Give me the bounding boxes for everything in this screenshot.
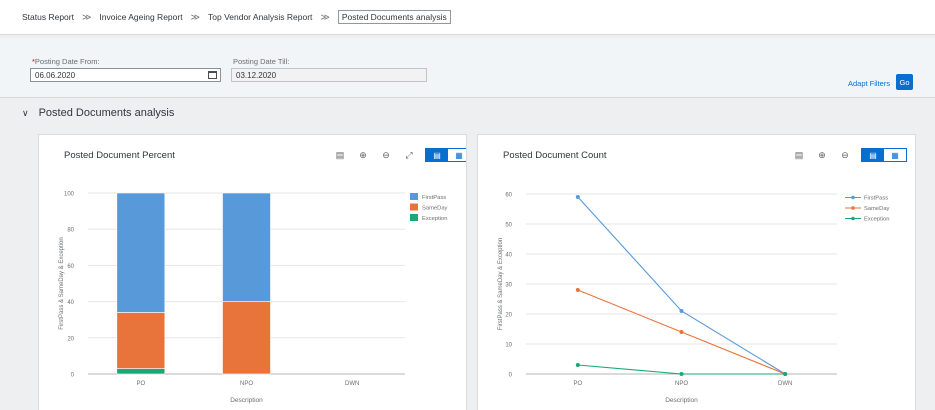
chart-toolbar: ▤ ⊕ ⊖ ⤢ ▤ ▦ [333,148,466,162]
y-tick-label: 40 [67,300,74,306]
panel-title: Posted Document Count [503,150,607,161]
table-view-icon[interactable]: ▦ [448,149,466,161]
x-tick-label: NPO [240,381,253,387]
legend-toggle-icon[interactable]: ▤ [792,148,806,162]
y-tick-label: 60 [505,193,512,199]
legend-swatch-exception [410,214,418,221]
point-exception-po [575,363,580,367]
x-tick-label: PO [573,381,582,387]
legend-swatch-sameday [410,203,418,211]
section-title: Posted Documents analysis [38,107,175,119]
legend-marker-exception [851,216,855,221]
go-button[interactable]: Go [896,74,913,90]
y-tick-label: 10 [505,343,512,349]
posting-date-till-input[interactable]: 03.12.2020 [231,68,427,82]
y-tick-label: 0 [71,373,75,379]
zoom-in-icon[interactable]: ⊕ [356,148,370,162]
posting-date-till-value: 03.12.2020 [236,71,277,80]
breadcrumb: Status Report ≫ Invoice Ageing Report ≫ … [0,0,935,35]
legend-marker-sameday [851,206,855,210]
x-tick-label: NPO [675,381,688,387]
x-axis-title: Description [665,397,698,404]
legend-label: SameDay [422,206,448,212]
posting-date-from-value: 06.06.2020 [35,71,76,80]
adapt-filters-button[interactable]: Adapt Filters [848,79,890,88]
bar-exception-po [116,368,166,375]
y-tick-label: 20 [67,336,74,342]
posting-date-from-input[interactable]: 06.06.2020 [30,68,221,82]
y-tick-label: 100 [64,192,75,198]
panel-title: Posted Document Percent [64,150,175,161]
breadcrumb-posted-documents-analysis[interactable]: Posted Documents analysis [337,10,451,24]
point-exception-dwn [783,372,788,376]
point-sameday-po [575,288,580,292]
chart-toolbar: ▤ ⊕ ⊖ ▤ ▦ [792,148,907,162]
chart-view-icon[interactable]: ▤ [862,149,884,161]
bar-firstpass-npo [222,192,271,302]
breadcrumb-separator-icon: ≫ [190,11,200,22]
posting-date-from-label: *Posting Date From: [32,57,100,66]
point-sameday-npo [679,330,684,334]
legend-label: Exception [864,217,889,223]
y-axis-title: FirstPass & SameDay & Exception [59,237,65,329]
view-switch: ▤ ▦ [425,148,466,162]
x-tick-label: PO [136,381,145,387]
view-switch: ▤ ▦ [861,148,907,162]
breadcrumb-status-report[interactable]: Status Report [22,12,74,22]
point-firstpass-po [575,195,580,199]
posted-document-count-panel: Posted Document Count ▤ ⊕ ⊖ ▤ ▦ 0 10 20 30 4… [477,134,916,410]
y-axis-title: FirstPass & SameDay & Exception [498,238,504,330]
bar-sameday-npo [222,301,271,375]
zoom-out-icon[interactable]: ⊖ [838,148,852,162]
legend-toggle-icon[interactable]: ▤ [333,148,347,162]
legend-label: FirstPass [864,196,888,202]
posting-date-till-label: Posting Date Till: [233,57,290,66]
y-tick-label: 0 [509,373,513,379]
y-tick-label: 40 [505,253,512,259]
bar-firstpass-po [116,192,166,313]
calendar-icon[interactable] [208,71,217,79]
y-tick-label: 80 [67,228,74,234]
legend-label: Exception [422,216,447,222]
count-line-chart: 0 10 20 30 40 50 60 PO NPO DWN Description FirstPas… [498,193,890,405]
section-header[interactable]: ∨ Posted Documents analysis [0,99,935,127]
breadcrumb-separator-icon: ≫ [81,11,92,22]
legend-swatch-firstpass [410,193,418,200]
breadcrumb-invoice-ageing-report[interactable]: Invoice Ageing Report [99,12,182,22]
chart-view-icon[interactable]: ▤ [426,149,448,161]
table-view-icon[interactable]: ▦ [884,149,906,161]
point-exception-npo [679,372,684,376]
y-tick-label: 20 [505,313,512,319]
y-tick-label: 50 [505,223,512,229]
breadcrumb-top-vendor-analysis-report[interactable]: Top Vendor Analysis Report [208,12,312,22]
chevron-down-icon[interactable]: ∨ [22,108,29,119]
x-tick-label: DWN [345,381,359,387]
posted-document-percent-panel: Posted Document Percent ▤ ⊕ ⊖ ⤢ ▤ ▦ 0 20 4… [38,134,467,410]
y-tick-label: 30 [505,283,512,289]
percent-stacked-bar-chart: 0 20 40 60 80 100 PO NPO DWN Description FirstPass… [59,192,448,405]
legend-marker-firstpass [851,195,855,200]
bar-sameday-po [116,312,166,369]
legend-label: SameDay [864,206,890,212]
zoom-out-icon[interactable]: ⊖ [379,148,393,162]
x-tick-label: DWN [778,381,792,387]
x-axis-title: Description [230,397,263,404]
breadcrumb-separator-icon: ≫ [320,11,330,22]
point-firstpass-npo [679,309,684,313]
zoom-in-icon[interactable]: ⊕ [815,148,829,162]
fullscreen-icon[interactable]: ⤢ [402,148,416,162]
y-tick-label: 60 [67,264,74,270]
legend-label: FirstPass [422,195,446,201]
